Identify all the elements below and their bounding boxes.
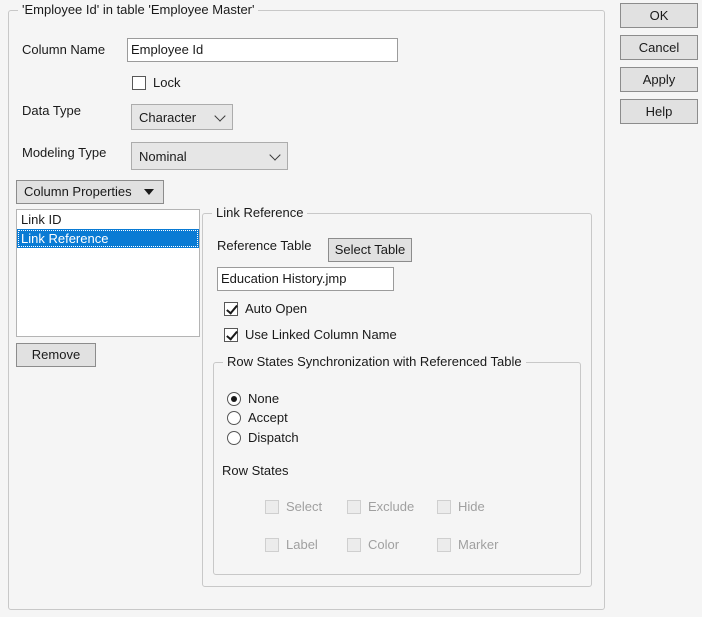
column-info-groupbox-title: 'Employee Id' in table 'Employee Master'	[18, 2, 258, 18]
radio-dispatch-box[interactable]	[227, 431, 241, 445]
row-states-label: Row States	[222, 463, 288, 479]
row-state-color-checkbox-box	[347, 538, 361, 552]
chevron-down-icon	[214, 110, 225, 121]
lock-checkbox-box[interactable]	[132, 76, 146, 90]
row-state-select-label: Select	[286, 499, 322, 515]
data-type-label: Data Type	[22, 103, 81, 119]
list-item[interactable]: Link ID	[17, 210, 199, 229]
row-state-select-checkbox-box	[265, 500, 279, 514]
row-state-exclude-checkbox-box	[347, 500, 361, 514]
radio-dispatch-label: Dispatch	[248, 430, 299, 446]
row-state-hide-checkbox-box	[437, 500, 451, 514]
reference-table-label: Reference Table	[217, 238, 311, 254]
lock-checkbox-label: Lock	[153, 75, 180, 91]
reference-table-input[interactable]: Education History.jmp	[217, 267, 394, 291]
chevron-down-icon	[269, 149, 280, 160]
data-type-value: Character	[139, 105, 196, 131]
list-item[interactable]: Link Reference	[17, 229, 199, 248]
triangle-down-icon	[144, 189, 154, 195]
auto-open-checkbox[interactable]: Auto Open	[224, 301, 307, 317]
use-linked-column-name-checkbox-box[interactable]	[224, 328, 238, 342]
column-properties-listbox[interactable]: Link ID Link Reference	[16, 209, 200, 337]
row-state-label-label: Label	[286, 537, 318, 553]
data-type-dropdown[interactable]: Character	[131, 104, 233, 130]
link-reference-groupbox-title: Link Reference	[212, 205, 307, 221]
column-name-input[interactable]: Employee Id	[127, 38, 398, 62]
row-state-marker-label: Marker	[458, 537, 498, 553]
lock-checkbox[interactable]: Lock	[132, 75, 180, 91]
row-state-label-checkbox: Label	[265, 537, 318, 553]
help-button[interactable]: Help	[620, 99, 698, 124]
row-state-select-checkbox: Select	[265, 499, 322, 515]
row-state-exclude-checkbox: Exclude	[347, 499, 414, 515]
row-state-color-label: Color	[368, 537, 399, 553]
remove-button[interactable]: Remove	[16, 343, 96, 367]
apply-button[interactable]: Apply	[620, 67, 698, 92]
radio-accept[interactable]: Accept	[227, 410, 288, 426]
column-name-label: Column Name	[22, 42, 105, 58]
row-state-marker-checkbox-box	[437, 538, 451, 552]
modeling-type-value: Nominal	[139, 143, 187, 171]
row-state-label-checkbox-box	[265, 538, 279, 552]
row-state-marker-checkbox: Marker	[437, 537, 498, 553]
use-linked-column-name-checkbox-label: Use Linked Column Name	[245, 327, 397, 343]
row-state-exclude-label: Exclude	[368, 499, 414, 515]
row-state-hide-checkbox: Hide	[437, 499, 485, 515]
select-table-button[interactable]: Select Table	[328, 238, 412, 262]
radio-accept-box[interactable]	[227, 411, 241, 425]
column-properties-menu-button[interactable]: Column Properties	[16, 180, 164, 204]
row-state-hide-label: Hide	[458, 499, 485, 515]
radio-accept-label: Accept	[248, 410, 288, 426]
auto-open-checkbox-label: Auto Open	[245, 301, 307, 317]
radio-none-box[interactable]	[227, 392, 241, 406]
row-state-color-checkbox: Color	[347, 537, 399, 553]
radio-none[interactable]: None	[227, 391, 279, 407]
cancel-button[interactable]: Cancel	[620, 35, 698, 60]
column-properties-menu-label: Column Properties	[24, 181, 132, 203]
auto-open-checkbox-box[interactable]	[224, 302, 238, 316]
ok-button[interactable]: OK	[620, 3, 698, 28]
modeling-type-dropdown[interactable]: Nominal	[131, 142, 288, 170]
use-linked-column-name-checkbox[interactable]: Use Linked Column Name	[224, 327, 397, 343]
radio-dispatch[interactable]: Dispatch	[227, 430, 299, 446]
radio-none-label: None	[248, 391, 279, 407]
modeling-type-label: Modeling Type	[22, 145, 106, 161]
row-states-sync-groupbox-title: Row States Synchronization with Referenc…	[223, 354, 526, 370]
